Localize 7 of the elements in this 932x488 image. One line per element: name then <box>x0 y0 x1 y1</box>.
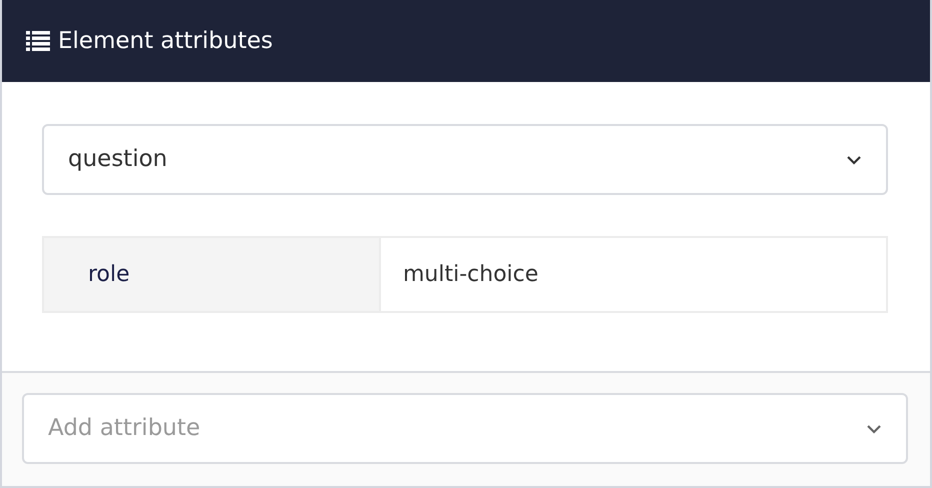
chevron-down-icon <box>866 424 882 434</box>
element-dropdown[interactable]: question <box>42 124 888 195</box>
attribute-value-cell-text: multi-choice <box>402 261 540 289</box>
panel-title: Element attributes <box>58 26 273 56</box>
attribute-name-cell: role <box>44 238 381 311</box>
chevron-down-icon <box>846 154 862 164</box>
list-icon <box>26 31 50 51</box>
